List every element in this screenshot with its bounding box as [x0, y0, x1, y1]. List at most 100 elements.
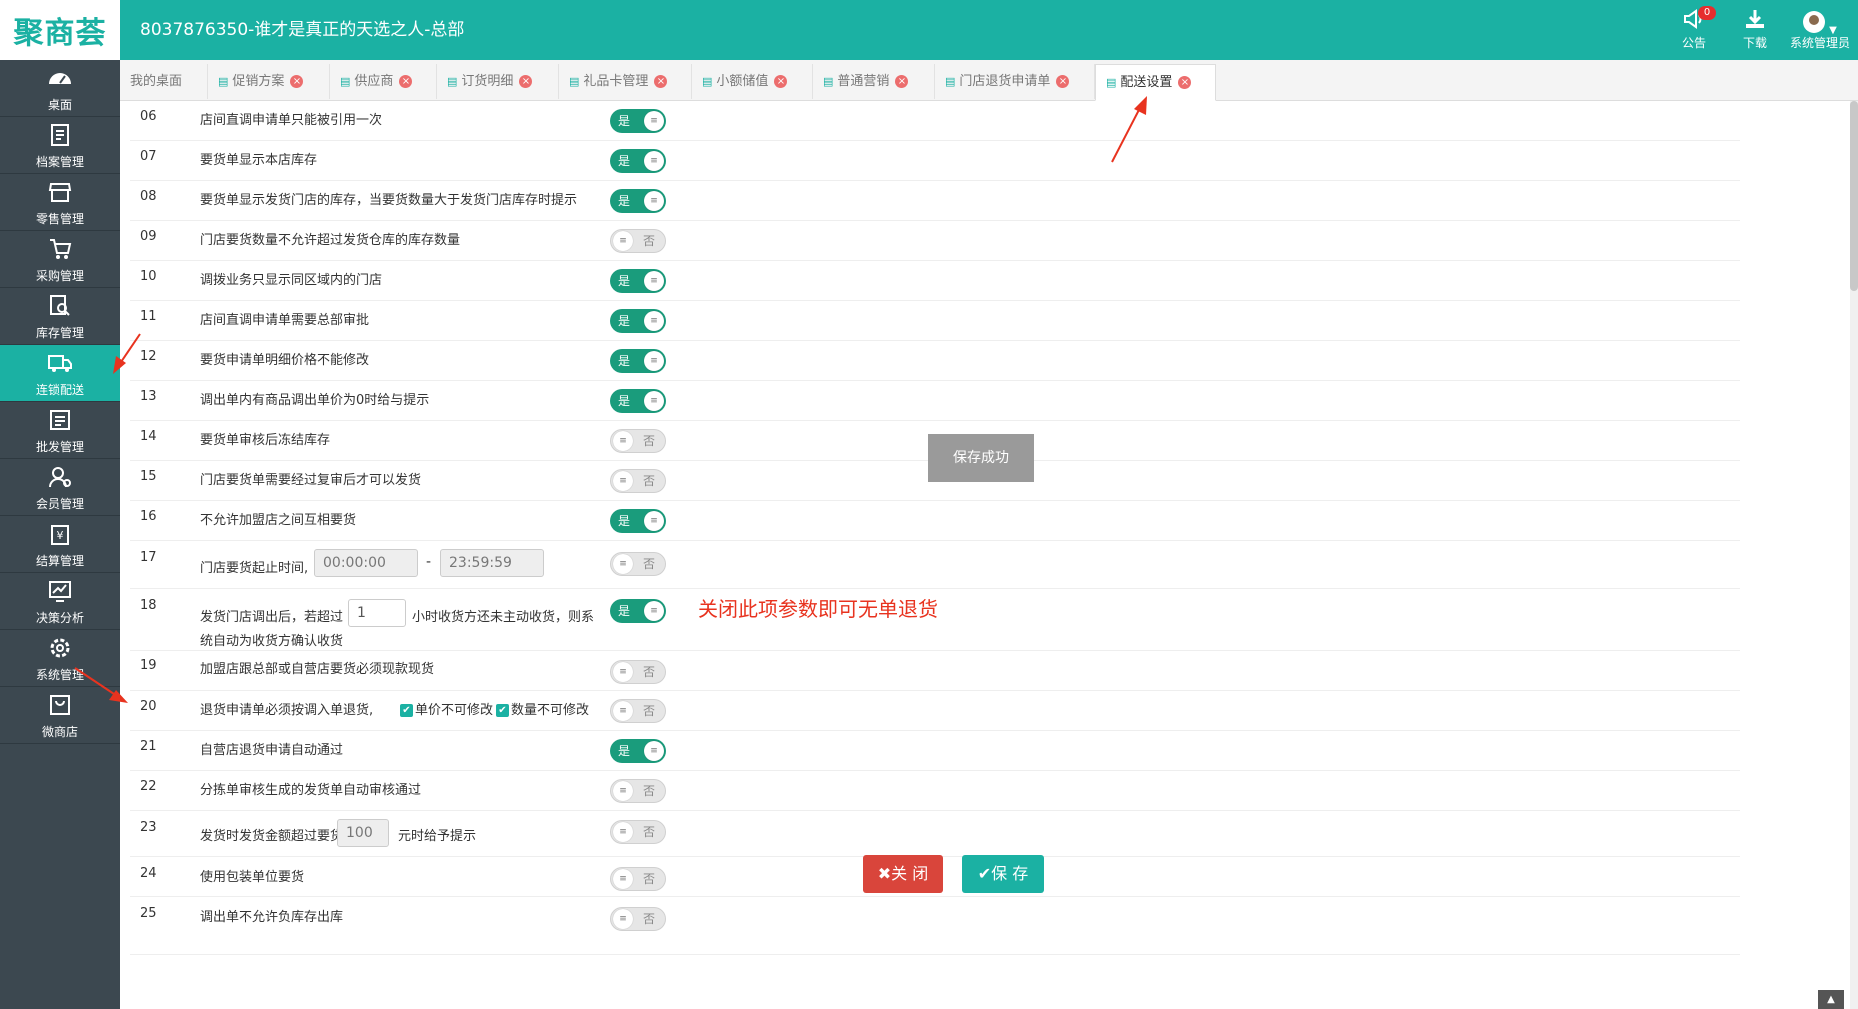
setting-toggle[interactable]: ≡ 否 — [610, 867, 666, 891]
checkbox-checked-icon[interactable]: ✔ — [400, 704, 413, 717]
sidebar-item-label: 连锁配送 — [35, 383, 84, 397]
tab-gift-card[interactable]: ▤ 礼品卡管理 × — [559, 64, 692, 99]
sidebar-item-archive[interactable]: 档案管理 — [0, 117, 120, 174]
close-icon[interactable]: × — [1056, 75, 1070, 88]
setting-toggle[interactable]: ≡ 否 — [610, 779, 666, 803]
close-icon[interactable]: × — [654, 75, 668, 88]
setting-row-22: 22 分拣单审核生成的发货单自动审核通过 ≡ 否 — [130, 770, 1740, 811]
sidebar-item-label: 零售管理 — [35, 212, 84, 226]
scrollbar-thumb[interactable] — [1850, 101, 1858, 291]
close-icon[interactable]: × — [399, 75, 413, 88]
setting-number: 25 — [140, 906, 157, 921]
setting-number: 24 — [140, 866, 157, 881]
sidebar-item-analysis[interactable]: 决策分析 — [0, 573, 120, 630]
setting-toggle[interactable]: ≡ 否 — [610, 699, 666, 723]
sidebar-item-retail[interactable]: 零售管理 — [0, 174, 120, 231]
setting-toggle[interactable]: 是 ≡ — [610, 189, 666, 213]
setting-label: 店间直调申请单需要总部审批 — [200, 313, 370, 328]
sidebar-item-microstore[interactable]: 微商店 — [0, 687, 120, 744]
tab-label: 普通营销 — [837, 74, 890, 89]
close-icon[interactable]: × — [290, 75, 304, 88]
setting-number: 22 — [140, 779, 157, 794]
sidebar-item-purchase[interactable]: 采购管理 — [0, 231, 120, 288]
setting-label: 调出单不允许负库存出库 — [200, 910, 344, 925]
notice-button[interactable]: 0 公告 — [1666, 6, 1722, 56]
document-icon: ▤ — [945, 75, 956, 88]
range-separator: - — [426, 554, 432, 570]
sidebar-item-inventory[interactable]: 库存管理 — [0, 288, 120, 345]
sidebar-item-desktop[interactable]: 桌面 — [0, 60, 120, 117]
close-icon[interactable]: × — [1178, 76, 1192, 89]
setting-row-09: 09 门店要货数量不允许超过发货仓库的库存数量 ≡ 否 — [130, 220, 1740, 261]
user-menu[interactable]: ▼ 系统管理员 — [1785, 8, 1855, 56]
tab-small-deposit[interactable]: ▤ 小额储值 × — [692, 64, 813, 99]
download-button[interactable]: 下载 — [1727, 8, 1783, 56]
setting-toggle[interactable]: 是 ≡ — [610, 269, 666, 293]
setting-toggle[interactable]: ≡ 否 — [610, 229, 666, 253]
setting-toggle[interactable]: ≡ 否 — [610, 429, 666, 453]
vertical-scrollbar[interactable] — [1850, 101, 1858, 1009]
setting-row-11: 11 店间直调申请单需要总部审批 是 ≡ — [130, 300, 1740, 341]
chevron-up-icon: ▲ — [1827, 994, 1835, 1005]
chart-icon — [0, 573, 120, 609]
tab-marketing[interactable]: ▤ 普通营销 × — [813, 64, 935, 99]
hours-input[interactable]: 1 — [348, 599, 406, 627]
toggle-knob-icon: ≡ — [644, 191, 664, 211]
tab-label: 订货明细 — [461, 74, 514, 89]
setting-label: 要货单审核后冻结库存 — [200, 433, 331, 448]
tab-delivery-settings[interactable]: ▤ 配送设置 × — [1095, 64, 1216, 101]
user-label: 系统管理员 — [1789, 36, 1850, 50]
setting-toggle[interactable]: ≡ 否 — [610, 660, 666, 684]
tab-supplier[interactable]: ▤ 供应商 × — [330, 64, 437, 99]
setting-toggle[interactable]: ≡ 否 — [610, 907, 666, 931]
shop-bag-icon — [0, 687, 120, 723]
setting-number: 17 — [140, 550, 157, 565]
toggle-knob-icon: ≡ — [613, 231, 633, 251]
setting-toggle[interactable]: 是 ≡ — [610, 389, 666, 413]
setting-label: 调拨业务只显示同区域内的门店 — [200, 273, 383, 288]
setting-row-07: 07 要货单显示本店库存 是 ≡ — [130, 140, 1740, 181]
end-time-input[interactable]: 23:59:59 — [440, 549, 544, 577]
tab-promotion[interactable]: ▤ 促销方案 × — [208, 64, 330, 99]
sidebar-item-member[interactable]: 会员管理 — [0, 459, 120, 516]
start-time-input[interactable]: 00:00:00 — [314, 549, 418, 577]
setting-toggle[interactable]: 是 ≡ — [610, 309, 666, 333]
setting-toggle[interactable]: 是 ≡ — [610, 109, 666, 133]
setting-toggle[interactable]: 是 ≡ — [610, 509, 666, 533]
quantity-locked-option[interactable]: ✔ 数量不可修改 — [496, 699, 589, 718]
tab-my-desktop[interactable]: 我的桌面 — [120, 64, 208, 99]
setting-toggle[interactable]: 是 ≡ — [610, 149, 666, 173]
toggle-knob-icon: ≡ — [644, 271, 664, 291]
app-logo[interactable]: 聚商荟 — [0, 0, 120, 60]
sidebar-item-settlement[interactable]: ¥ 结算管理 — [0, 516, 120, 573]
setting-toggle[interactable]: 是 ≡ — [610, 349, 666, 373]
dashboard-icon — [0, 60, 120, 96]
close-icon[interactable]: × — [519, 75, 533, 88]
price-locked-option[interactable]: ✔ 单价不可修改 — [400, 699, 493, 718]
checkbox-checked-icon[interactable]: ✔ — [496, 704, 509, 717]
setting-label: 门店要货单需要经过复审后才可以发货 — [200, 473, 422, 488]
toggle-knob-icon: ≡ — [613, 781, 633, 801]
tab-order-detail[interactable]: ▤ 订货明细 × — [437, 64, 559, 99]
setting-toggle[interactable]: ≡ 否 — [610, 820, 666, 844]
setting-toggle[interactable]: 是 ≡ — [610, 739, 666, 763]
setting-number: 23 — [140, 820, 157, 835]
toggle-knob-icon: ≡ — [613, 869, 633, 889]
setting-label: 调出单内有商品调出单价为0时给与提示 — [200, 393, 430, 408]
download-icon — [1727, 8, 1783, 34]
setting-number: 06 — [140, 109, 157, 124]
sidebar-item-wholesale[interactable]: 批发管理 — [0, 402, 120, 459]
save-button[interactable]: ✔保 存 — [962, 855, 1044, 893]
sidebar-item-system[interactable]: 系统管理 — [0, 630, 120, 687]
setting-toggle[interactable]: ≡ 否 — [610, 552, 666, 576]
close-icon[interactable]: × — [774, 75, 788, 88]
setting-toggle[interactable]: ≡ 否 — [610, 469, 666, 493]
sidebar-item-label: 库存管理 — [35, 326, 84, 340]
close-icon[interactable]: × — [895, 75, 909, 88]
close-button[interactable]: ✖关 闭 — [863, 855, 943, 893]
back-to-top-button[interactable]: ▲ — [1818, 990, 1844, 1009]
sidebar-item-chain-delivery[interactable]: 连锁配送 — [0, 345, 120, 402]
amount-input[interactable]: 100 — [337, 819, 389, 847]
tab-store-return-request[interactable]: ▤ 门店退货申请单 × — [935, 64, 1095, 99]
setting-toggle[interactable]: 是 ≡ — [610, 599, 666, 623]
